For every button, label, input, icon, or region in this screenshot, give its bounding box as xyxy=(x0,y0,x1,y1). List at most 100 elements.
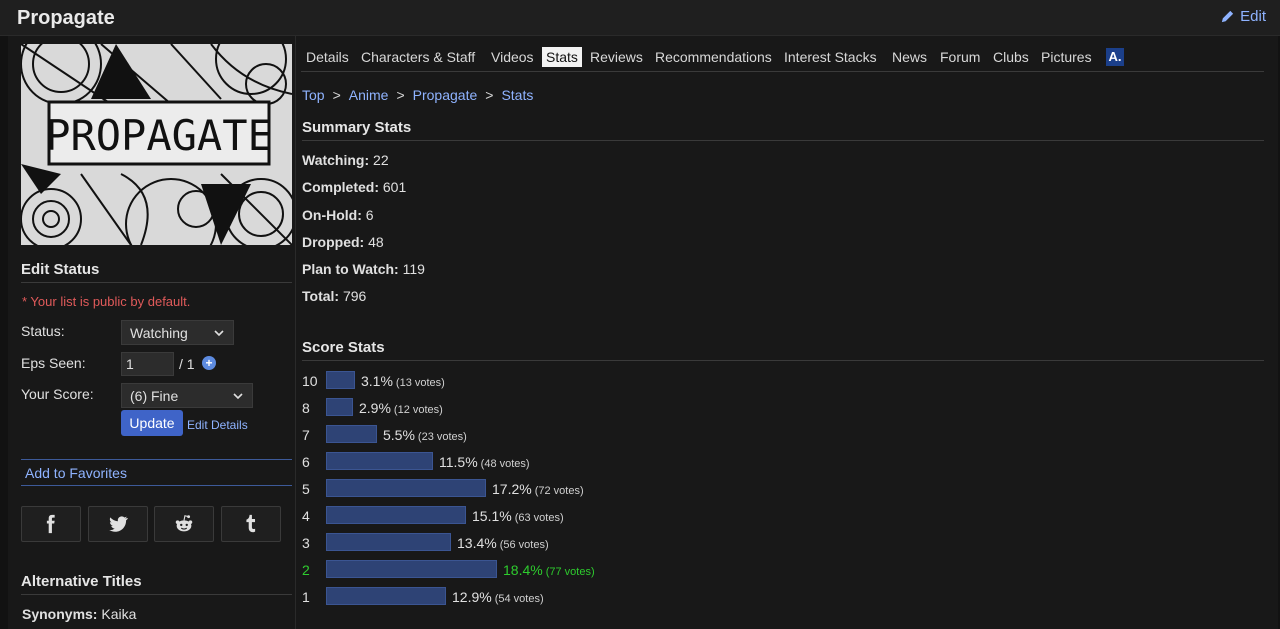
stat-label: Dropped: xyxy=(302,234,365,250)
score-row: 10 3.1% (13 votes) xyxy=(302,371,1002,391)
score-select[interactable]: (6) Fine xyxy=(121,383,253,408)
score-percentage: 3.1% (13 votes) xyxy=(361,373,445,389)
tab-pictures[interactable]: Pictures xyxy=(1037,47,1096,67)
eps-input[interactable]: 1 xyxy=(121,352,174,376)
stat-value: 119 xyxy=(402,261,425,277)
score-bar xyxy=(326,587,446,605)
score-percentage-value: 3.1% xyxy=(361,373,393,389)
score-percentage: 11.5% (48 votes) xyxy=(439,454,530,470)
breadcrumb-stats[interactable]: Stats xyxy=(501,87,533,103)
score-row: 4 15.1% (63 votes) xyxy=(302,506,1002,526)
tab-news[interactable]: News xyxy=(888,47,931,67)
favorites-box: Add to Favorites xyxy=(21,459,292,486)
plus-icon[interactable]: + xyxy=(202,356,216,370)
anime-poster[interactable]: PROPAGATE xyxy=(21,44,292,245)
score-number: 4 xyxy=(302,508,310,524)
reddit-share-button[interactable] xyxy=(154,506,214,542)
tab-details[interactable]: Details xyxy=(302,47,353,67)
score-votes: (13 votes) xyxy=(395,377,445,389)
synonyms-line: Synonyms: Kaika xyxy=(22,606,136,622)
tab-forum[interactable]: Forum xyxy=(936,47,984,67)
breadcrumb-separator: > xyxy=(332,87,341,103)
add-to-favorites-link[interactable]: Add to Favorites xyxy=(25,465,127,481)
pencil-icon xyxy=(1222,10,1234,23)
score-votes: (72 votes) xyxy=(534,485,584,497)
stat-total: Total: 796 xyxy=(302,288,366,304)
score-bar xyxy=(326,398,353,416)
stat-watching: Watching: 22 xyxy=(302,152,389,168)
tab-characters-staff[interactable]: Characters & Staff xyxy=(357,47,479,67)
twitter-share-button[interactable] xyxy=(88,506,148,542)
breadcrumb-separator: > xyxy=(396,87,405,103)
score-percentage: 18.4% (77 votes) xyxy=(503,562,595,578)
score-number: 3 xyxy=(302,535,310,551)
score-bar xyxy=(326,371,355,389)
score-bar xyxy=(326,506,466,524)
score-percentage: 13.4% (56 votes) xyxy=(457,535,549,551)
score-label: Your Score: xyxy=(21,386,94,402)
chevron-down-icon xyxy=(233,392,243,399)
breadcrumb-anime[interactable]: Anime xyxy=(349,87,389,103)
score-percentage-value: 11.5% xyxy=(439,454,478,470)
score-bar xyxy=(326,425,377,443)
score-bar xyxy=(326,479,486,497)
score-percentage-value: 17.2% xyxy=(492,481,532,497)
tab-reviews[interactable]: Reviews xyxy=(586,47,647,67)
stat-plan-to-watch: Plan to Watch: 119 xyxy=(302,261,425,277)
summary-stats-heading: Summary Stats xyxy=(302,119,1264,141)
status-value: Watching xyxy=(130,324,188,341)
alternative-titles-heading: Alternative Titles xyxy=(21,573,292,595)
score-percentage-value: 2.9% xyxy=(359,400,391,416)
score-votes: (56 votes) xyxy=(499,539,549,551)
breadcrumb-top[interactable]: Top xyxy=(302,87,325,103)
edit-details-link[interactable]: Edit Details xyxy=(187,418,248,432)
stat-label: Watching: xyxy=(302,152,370,168)
score-row: 6 11.5% (48 votes) xyxy=(302,452,1002,472)
score-percentage-value: 13.4% xyxy=(457,535,497,551)
update-button[interactable]: Update xyxy=(121,410,183,436)
score-row: 5 17.2% (72 votes) xyxy=(302,479,1002,499)
edit-status-heading: Edit Status xyxy=(21,261,292,283)
stat-label: On-Hold: xyxy=(302,207,362,223)
tumblr-icon xyxy=(246,514,256,533)
stat-value: 6 xyxy=(365,207,374,223)
score-votes: (63 votes) xyxy=(514,512,564,524)
score-percentage-value: 5.5% xyxy=(383,427,415,443)
tab-recommendations[interactable]: Recommendations xyxy=(651,47,776,67)
edit-label: Edit xyxy=(1240,8,1266,25)
synonyms-value: Kaika xyxy=(101,606,137,622)
stat-completed: Completed: 601 xyxy=(302,179,406,195)
score-votes: (48 votes) xyxy=(480,458,530,470)
poster-art: PROPAGATE xyxy=(21,44,292,245)
reddit-icon xyxy=(175,515,193,532)
stat-value: 22 xyxy=(373,152,389,168)
tab-stats[interactable]: Stats xyxy=(542,47,582,67)
score-number: 8 xyxy=(302,400,310,416)
score-percentage-value: 12.9% xyxy=(452,589,492,605)
stat-label: Plan to Watch: xyxy=(302,261,399,277)
score-percentage-value: 18.4% xyxy=(503,562,543,578)
score-number: 10 xyxy=(302,373,318,389)
public-note: * Your list is public by default. xyxy=(22,294,191,309)
score-stats-heading: Score Stats xyxy=(302,339,1264,361)
tumblr-share-button[interactable] xyxy=(221,506,281,542)
status-label: Status: xyxy=(21,323,65,339)
synonyms-label: Synonyms: xyxy=(22,606,98,622)
breadcrumb-propagate[interactable]: Propagate xyxy=(413,87,478,103)
tab-clubs[interactable]: Clubs xyxy=(989,47,1033,67)
score-votes: (54 votes) xyxy=(494,593,544,605)
stat-on-hold: On-Hold: 6 xyxy=(302,207,374,223)
score-value: (6) Fine xyxy=(130,387,179,404)
status-select[interactable]: Watching xyxy=(121,320,234,345)
eps-label: Eps Seen: xyxy=(21,355,86,371)
tab-interest-stacks[interactable]: Interest Stacks xyxy=(780,47,881,67)
poster-title-text: PROPAGATE xyxy=(45,111,273,160)
score-percentage: 5.5% (23 votes) xyxy=(383,427,467,443)
score-percentage: 17.2% (72 votes) xyxy=(492,481,584,497)
anilist-logo-icon[interactable]: A. xyxy=(1106,48,1124,66)
tab-videos[interactable]: Videos xyxy=(487,47,538,67)
facebook-share-button[interactable] xyxy=(21,506,81,542)
score-number: 1 xyxy=(302,589,310,605)
score-percentage: 15.1% (63 votes) xyxy=(472,508,564,524)
edit-link[interactable]: Edit xyxy=(1220,8,1266,25)
